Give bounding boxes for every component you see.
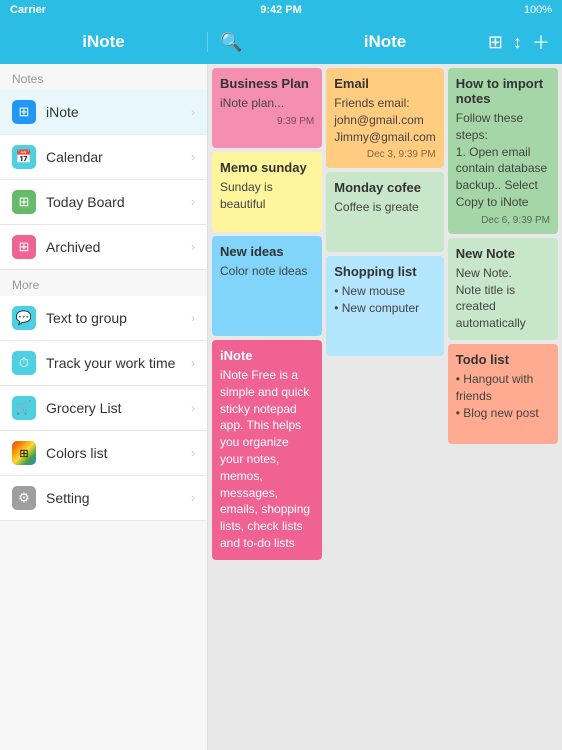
status-bar: Carrier 9:42 PM 100% xyxy=(0,0,562,20)
notes-column-3: How to import notes Follow these steps:1… xyxy=(448,68,558,560)
note-body: • New mouse• New computer xyxy=(334,283,436,317)
notes-column-1: Business Plan iNote plan... 9:39 PM Memo… xyxy=(212,68,322,560)
sidebar-label-text-to-group: Text to group xyxy=(46,310,191,326)
notes-column-2: Email Friends email:john@gmail.comJimmy@… xyxy=(326,68,444,560)
grid-view-icon[interactable]: ⊞ xyxy=(488,32,503,53)
grocery-list-icon: 🛒 xyxy=(12,396,36,420)
sidebar-label-calendar: Calendar xyxy=(46,149,191,165)
sidebar-item-archived[interactable]: ⊞ Archived › xyxy=(0,225,207,270)
chevron-icon: › xyxy=(191,240,195,254)
chevron-icon: › xyxy=(191,105,195,119)
sidebar-label-grocery-list: Grocery List xyxy=(46,400,191,416)
chevron-icon: › xyxy=(191,356,195,370)
note-todo-list[interactable]: Todo list • Hangout with friends• Blog n… xyxy=(448,344,558,444)
note-title: Memo sunday xyxy=(220,160,314,175)
sidebar-label-today-board: Today Board xyxy=(46,194,191,210)
note-title: New ideas xyxy=(220,244,314,259)
chevron-icon: › xyxy=(191,311,195,325)
note-title: Email xyxy=(334,76,436,91)
top-bar: iNote 🔍 iNote ⊞ ↕ ＋ xyxy=(0,20,562,64)
note-timestamp: Dec 6, 9:39 PM xyxy=(456,215,550,226)
note-shopping-list[interactable]: Shopping list • New mouse• New computer xyxy=(326,256,444,356)
note-how-to-import[interactable]: How to import notes Follow these steps:1… xyxy=(448,68,558,234)
battery-label: 100% xyxy=(524,4,552,16)
note-monday-cofee[interactable]: Monday cofee Coffee is greate xyxy=(326,172,444,252)
sidebar-label-colors-list: Colors list xyxy=(46,445,191,461)
note-body: Friends email:john@gmail.comJimmy@gmail.… xyxy=(334,95,436,145)
note-title: iNote xyxy=(220,348,314,363)
note-title: Shopping list xyxy=(334,264,436,279)
archived-icon: ⊞ xyxy=(12,235,36,259)
note-business-plan[interactable]: Business Plan iNote plan... 9:39 PM xyxy=(212,68,322,148)
sidebar-item-setting[interactable]: ⚙ Setting › xyxy=(0,476,207,521)
chevron-icon: › xyxy=(191,491,195,505)
note-email[interactable]: Email Friends email:john@gmail.comJimmy@… xyxy=(326,68,444,168)
top-bar-actions: ⊞ ↕ ＋ xyxy=(488,29,550,55)
notes-section-header: Notes xyxy=(0,64,207,90)
text-to-group-icon: 💬 xyxy=(12,306,36,330)
chevron-icon: › xyxy=(191,195,195,209)
note-title: New Note xyxy=(456,246,550,261)
note-title: Monday cofee xyxy=(334,180,436,195)
sidebar-label-inote: iNote xyxy=(46,104,191,120)
sidebar-item-inote[interactable]: ⊞ iNote › xyxy=(0,90,207,135)
chevron-icon: › xyxy=(191,446,195,460)
sidebar: Notes ⊞ iNote › 📅 Calendar › ⊞ Today Boa… xyxy=(0,64,208,750)
sidebar-label-archived: Archived xyxy=(46,239,191,255)
more-section-header: More xyxy=(0,270,207,296)
sidebar-label-track-work-time: Track your work time xyxy=(46,355,191,371)
sidebar-item-calendar[interactable]: 📅 Calendar › xyxy=(0,135,207,180)
note-body: iNote Free is a simple and quick sticky … xyxy=(220,367,314,552)
sidebar-item-track-work-time[interactable]: ⏱ Track your work time › xyxy=(0,341,207,386)
track-work-time-icon: ⏱ xyxy=(12,351,36,375)
note-title: Business Plan xyxy=(220,76,314,91)
sidebar-label-setting: Setting xyxy=(46,490,191,506)
note-title: Todo list xyxy=(456,352,550,367)
chevron-icon: › xyxy=(191,401,195,415)
sidebar-item-today-board[interactable]: ⊞ Today Board › xyxy=(0,180,207,225)
setting-icon: ⚙ xyxy=(12,486,36,510)
sidebar-item-colors-list[interactable]: ⊞ Colors list › xyxy=(0,431,207,476)
sort-icon[interactable]: ↕ xyxy=(513,32,522,53)
inote-icon: ⊞ xyxy=(12,100,36,124)
note-inote-desc[interactable]: iNote iNote Free is a simple and quick s… xyxy=(212,340,322,560)
top-bar-left-title: iNote xyxy=(0,32,208,52)
top-bar-right: 🔍 iNote ⊞ ↕ ＋ xyxy=(208,29,562,55)
note-body: Coffee is greate xyxy=(334,199,436,216)
colors-list-icon: ⊞ xyxy=(12,441,36,465)
carrier-label: Carrier xyxy=(10,4,46,16)
note-body: iNote plan... xyxy=(220,95,314,112)
note-memo-sunday[interactable]: Memo sunday Sunday is beautiful xyxy=(212,152,322,232)
note-timestamp: Dec 3, 9:39 PM xyxy=(334,149,436,160)
notes-grid: Business Plan iNote plan... 9:39 PM Memo… xyxy=(212,68,558,560)
add-note-icon[interactable]: ＋ xyxy=(532,29,550,55)
note-new-note[interactable]: New Note New Note.Note title is created … xyxy=(448,238,558,340)
sidebar-item-grocery-list[interactable]: 🛒 Grocery List › xyxy=(0,386,207,431)
note-body: Sunday is beautiful xyxy=(220,179,314,213)
note-body: New Note.Note title is created automatic… xyxy=(456,265,550,332)
main-layout: Notes ⊞ iNote › 📅 Calendar › ⊞ Today Boa… xyxy=(0,64,562,750)
time-label: 9:42 PM xyxy=(260,4,302,16)
note-title: How to import notes xyxy=(456,76,550,106)
top-bar-center-title: iNote xyxy=(364,32,407,52)
sidebar-item-text-to-group[interactable]: 💬 Text to group › xyxy=(0,296,207,341)
note-body: Follow these steps:1. Open email contain… xyxy=(456,110,550,211)
calendar-icon: 📅 xyxy=(12,145,36,169)
chevron-icon: › xyxy=(191,150,195,164)
search-icon[interactable]: 🔍 xyxy=(220,32,242,53)
note-body: Color note ideas xyxy=(220,263,314,280)
notes-area: Business Plan iNote plan... 9:39 PM Memo… xyxy=(208,64,562,750)
note-new-ideas[interactable]: New ideas Color note ideas xyxy=(212,236,322,336)
note-timestamp: 9:39 PM xyxy=(220,116,314,127)
note-body: • Hangout with friends• Blog new post xyxy=(456,371,550,421)
today-board-icon: ⊞ xyxy=(12,190,36,214)
